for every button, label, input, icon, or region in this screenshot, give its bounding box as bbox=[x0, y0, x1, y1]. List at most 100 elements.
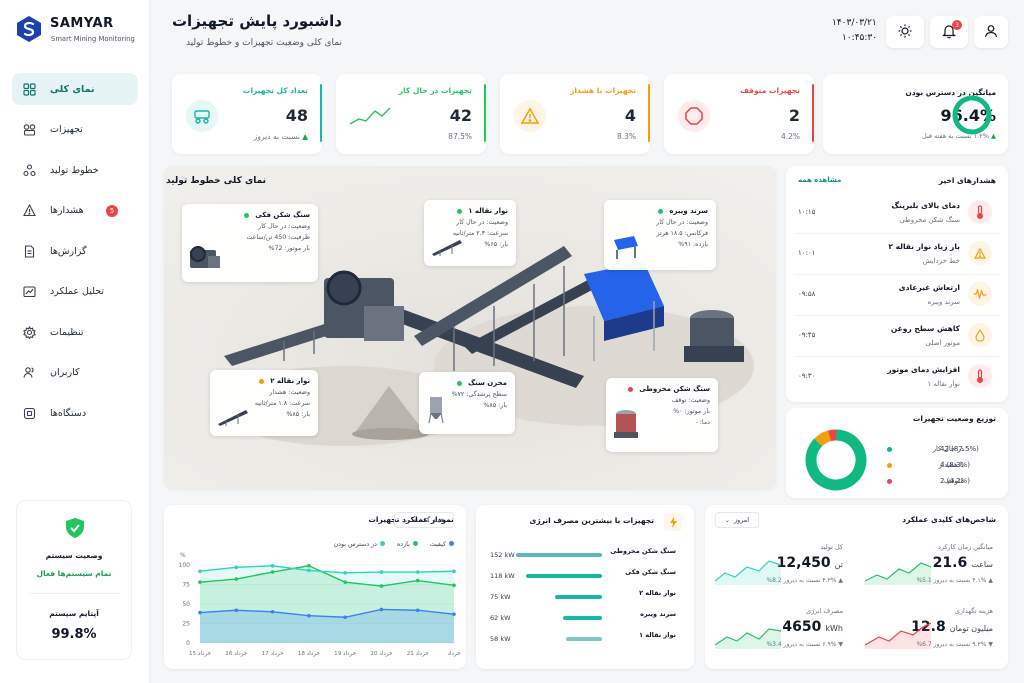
data-point bbox=[343, 615, 347, 620]
alert-item[interactable]: بار زیاد نوار نقاله ۲ خط خردایش ۱۰:۰۱ bbox=[794, 233, 1000, 275]
energy-consumption-card: تجهیزات با بیشترین مصرف انرژی سنگ شکن مخ… bbox=[476, 505, 694, 669]
equipment-name: نوار نقاله ۲ bbox=[639, 589, 676, 597]
sidebar-item-4[interactable]: گزارش‌ها bbox=[12, 235, 138, 267]
stop-icon bbox=[678, 100, 710, 132]
equipment-status: وضعیت: توقف bbox=[671, 397, 710, 404]
kpi-accent-bar bbox=[648, 84, 650, 142]
alert-source: سرند ویبره bbox=[927, 298, 960, 306]
energy-value: 118 kW bbox=[490, 572, 515, 580]
sidebar-item-0[interactable]: نمای کلی bbox=[12, 73, 138, 105]
kpi-period-dropdown[interactable]: امروز ⌄ bbox=[715, 512, 759, 528]
equipment-icon bbox=[186, 100, 218, 132]
alert-time: ۱۰:۱۵ bbox=[798, 208, 816, 216]
alert-item[interactable]: افزایش دمای موتور نوار نقاله ۱ ۰۹:۳۰ bbox=[794, 356, 1000, 398]
alert-item[interactable]: کاهش سطح روغن موتور اصلی ۰۹:۴۵ bbox=[794, 315, 1000, 357]
kpi-accent-bar bbox=[320, 84, 322, 142]
data-point bbox=[198, 569, 202, 574]
kpi-value: 4 bbox=[624, 106, 636, 125]
energy-value: 58 kW bbox=[490, 635, 511, 643]
legend-dot bbox=[380, 541, 385, 546]
sidebar-item-3[interactable]: هشدارها 5 bbox=[12, 195, 138, 227]
kpi-title: تجهیزات در حال کار bbox=[398, 86, 472, 95]
energy-title: تجهیزات با بیشترین مصرف انرژی bbox=[529, 516, 654, 525]
alerts-count-badge: 5 bbox=[106, 204, 118, 217]
kpi-title: تجهیزات متوقف bbox=[740, 86, 800, 95]
kpi-value: 2 bbox=[788, 106, 800, 125]
data-point bbox=[270, 570, 275, 574]
equipment-popup-2[interactable]: سرند ویبره وضعیت: در حال کار فرکانس: ۱۸.۵ … bbox=[604, 200, 716, 270]
equipment-popup-1[interactable]: نوار نقاله ۱ وضعیت: در حال کار سرعت: ۲.۳ م… bbox=[424, 200, 516, 266]
status-dot bbox=[244, 212, 250, 218]
energy-row: نوار نقاله ۲ 75 kW bbox=[476, 589, 694, 609]
kpi-panel-card: شاخص‌های کلیدی عملکرد امروز ⌄ میانگین زم… bbox=[705, 505, 1008, 669]
oil-drop-icon bbox=[968, 323, 992, 347]
equipment-popup-3[interactable]: نوار نقاله ۲ وضعیت: هشدار سرعت: ۱.۸ متر/ثا… bbox=[210, 370, 318, 436]
kpi-accent-bar bbox=[812, 84, 814, 142]
thermometer-icon bbox=[968, 200, 992, 224]
kpi-sparkline bbox=[865, 622, 931, 649]
data-point bbox=[198, 580, 202, 584]
data-point bbox=[379, 584, 384, 588]
sidebar-item-label: گزارش‌ها bbox=[50, 245, 87, 257]
page-subtitle: نمای کلی وضعیت تجهیزات و خطوط تولید bbox=[185, 38, 342, 48]
kpi-title: تجهیزات با هشدار bbox=[570, 86, 636, 95]
alert-title: دمای بالای بلبرینگ bbox=[891, 201, 960, 210]
sidebar-item-5[interactable]: تحلیل عملکرد bbox=[12, 276, 138, 308]
vibration-icon bbox=[968, 282, 992, 306]
lightning-icon bbox=[664, 513, 682, 531]
donut-slice-2 bbox=[828, 429, 837, 442]
data-point bbox=[415, 570, 420, 574]
energy-bar-track bbox=[516, 595, 602, 600]
warning-icon bbox=[514, 100, 546, 132]
alert-title: افزایش دمای موتور bbox=[887, 365, 960, 374]
equipment-popup-5[interactable]: سنگ شکن مخروطی وضعیت: توقف بار موتور: ۰% دم… bbox=[606, 378, 718, 452]
availability-card: میانگین در دسترس بودن 96.4% ▲ ۱.۲% نسبت … bbox=[823, 74, 1008, 154]
status-donut-chart bbox=[805, 429, 867, 491]
alert-item[interactable]: دمای بالای بلبرینگ سنگ شکن مخروطی ۱۰:۱۵ bbox=[794, 192, 1000, 234]
kpi-accent-bar bbox=[484, 84, 486, 142]
energy-bar-track bbox=[516, 553, 602, 558]
availability-gauge bbox=[952, 95, 992, 135]
sidebar-item-1[interactable]: تجهیزات bbox=[12, 114, 138, 146]
kpi-card-1: تجهیزات در حال کار 42 87.5% bbox=[336, 74, 486, 154]
equipment-status: وضعیت: در حال کار bbox=[456, 219, 508, 226]
energy-row: سرند ویبره 62 kW bbox=[476, 610, 694, 630]
equipment-popup-4[interactable]: مخزن سنگ سطح پرشدگی: ۷۲% بار: ۸۵% bbox=[419, 372, 515, 434]
equipment-name: مخزن سنگ bbox=[427, 378, 507, 389]
data-point bbox=[379, 607, 384, 612]
analytics-icon bbox=[22, 285, 36, 299]
status-distribution-card: توزیع وضعیت تجهیزات در حال کار 42 (87.5%)… bbox=[786, 408, 1008, 498]
production-overview-title: نمای کلی خطوط تولید bbox=[166, 176, 266, 186]
equipment-status: وضعیت: در حال کار bbox=[258, 223, 310, 230]
donut-slice-1 bbox=[814, 430, 832, 447]
y-tick-label: 75 bbox=[182, 582, 190, 589]
energy-row: نوار نقاله ۱ 58 kW bbox=[476, 631, 694, 651]
uptime-value: 99.8% bbox=[51, 627, 97, 642]
kpi-metric-value: 4650 kWh bbox=[782, 619, 843, 635]
recent-alerts-card: هشدارهای اخیر مشاهده همه دمای بالای بلبر… bbox=[786, 166, 1008, 402]
kpi-sparkline bbox=[865, 562, 931, 585]
legend-dot bbox=[887, 463, 892, 468]
sidebar-item-2[interactable]: خطوط تولید bbox=[12, 154, 138, 186]
period-dropdown[interactable]: هفته گذشته ⌄ bbox=[394, 512, 454, 528]
theme-toggle-button[interactable] bbox=[886, 16, 924, 48]
equipment-status: وضعیت: هشدار bbox=[269, 389, 310, 396]
kpi-metric-title: مصرف انرژی bbox=[806, 607, 843, 615]
data-point bbox=[234, 565, 239, 570]
y-tick-label: 100 bbox=[179, 562, 191, 569]
see-all-alerts-link[interactable]: مشاهده همه bbox=[798, 176, 841, 184]
alert-item[interactable]: ارتعاش غیرعادی سرند ویبره ۰۹:۵۸ bbox=[794, 274, 1000, 316]
period-dropdown-label: هفته گذشته bbox=[412, 516, 445, 524]
user-profile-button[interactable] bbox=[974, 16, 1008, 48]
sidebar-item-label: تنظیمات bbox=[50, 326, 84, 338]
kpi-metric-title: کل تولید bbox=[820, 543, 843, 551]
sidebar-item-7[interactable]: کاربران bbox=[12, 357, 138, 389]
sidebar-item-label: نمای کلی bbox=[50, 83, 95, 95]
notifications-button[interactable]: 3 bbox=[930, 16, 968, 48]
sidebar-item-6[interactable]: تنظیمات bbox=[12, 316, 138, 348]
alert-time: ۰۹:۴۵ bbox=[798, 331, 816, 339]
sidebar-item-8[interactable]: دستگاه‌ها bbox=[12, 397, 138, 429]
energy-row: سنگ شکن فکی 118 kW bbox=[476, 568, 694, 588]
equipment-popup-0[interactable]: سنگ شکن فکی وضعیت: در حال کار ظرفیت: 450 ت… bbox=[182, 204, 318, 282]
legend-dot bbox=[887, 479, 892, 484]
